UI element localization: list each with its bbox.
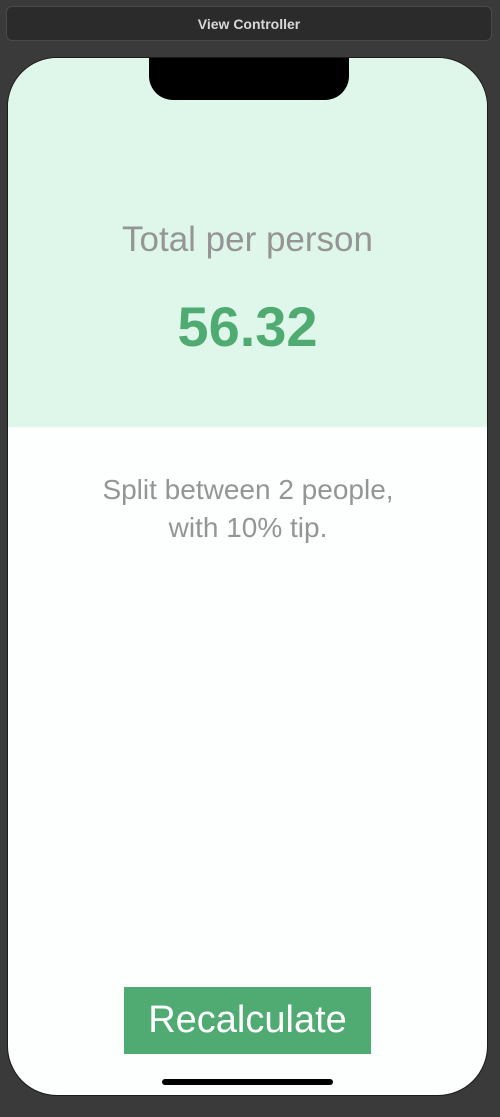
total-per-person-label: Total per person	[122, 220, 373, 259]
result-panel: Total per person 56.32	[8, 58, 487, 427]
device-notch	[149, 58, 349, 100]
recalculate-button[interactable]: Recalculate	[124, 987, 371, 1054]
window-titlebar: View Controller	[6, 6, 492, 41]
window-title: View Controller	[197, 15, 301, 32]
settings-summary-line-1: Split between 2 people,	[102, 474, 394, 505]
home-indicator[interactable]	[162, 1079, 333, 1085]
settings-summary-line-2: with 10% tip.	[168, 512, 328, 543]
total-per-person-value: 56.32	[177, 295, 318, 358]
device-screen: Total per person 56.32 Split between 2 p…	[7, 57, 488, 1096]
settings-summary: Split between 2 people, with 10% tip.	[48, 471, 448, 547]
